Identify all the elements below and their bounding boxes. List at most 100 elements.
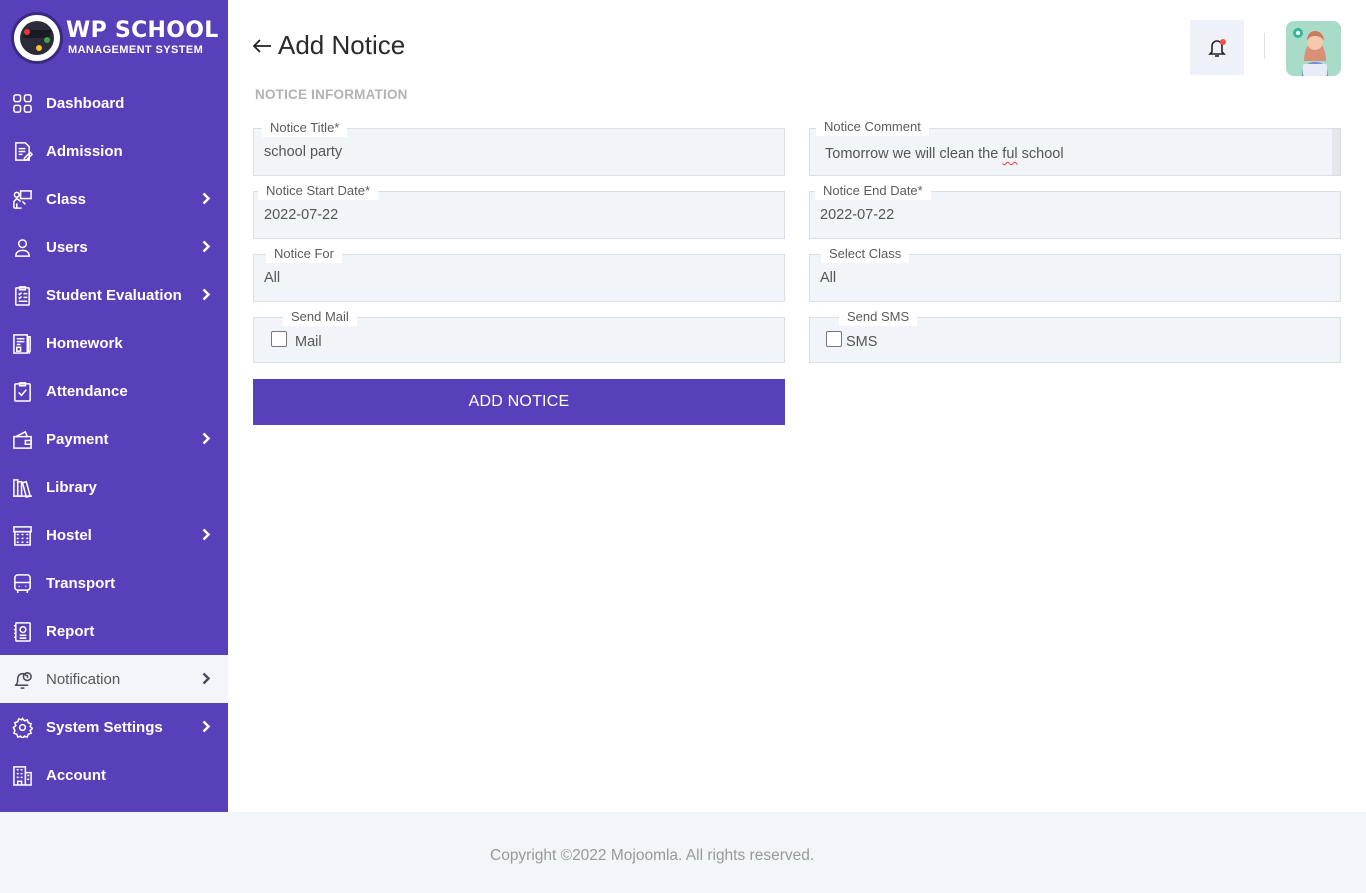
notification-badge [1220,39,1226,45]
notice-start-date-label: Notice Start Date* [258,182,379,200]
mail-option-label[interactable]: Mail [295,334,322,350]
gear-icon [11,716,33,738]
homework-icon [11,332,33,354]
notice-end-date-label: Notice End Date* [815,182,931,200]
avatar[interactable] [1286,21,1341,76]
add-notice-button[interactable]: ADD NOTICE [253,379,785,425]
chevron-right-icon [202,240,211,253]
notice-comment-field[interactable]: Notice Comment Tomorrow we will clean th… [809,118,1341,176]
class-teacher-icon [11,188,33,210]
sidebar-item-label: System Settings [46,718,163,736]
chevron-right-icon [202,528,211,541]
sidebar-item-system-settings[interactable]: System Settings [0,703,228,751]
sidebar-item-label: Class [46,190,87,208]
page-title: Add Notice [278,30,406,60]
sidebar-item-label: Report [46,622,95,640]
send-sms-field: Send SMS SMS [809,308,1341,363]
select-class-label: Select Class [821,245,910,263]
sidebar-item-transport[interactable]: Transport [0,559,228,607]
misspelled-word: ful [1002,146,1018,162]
brand[interactable]: WP SCHOOL MANAGEMENT SYSTEM [0,0,228,76]
sidebar-item-report[interactable]: Report [0,607,228,655]
notice-title-label: Notice Title* [262,119,348,137]
sidebar-item-attendance[interactable]: Attendance [0,367,228,415]
sidebar-item-label: Account [46,766,106,784]
wallet-icon [11,428,33,450]
send-sms-label: Send SMS [839,308,918,326]
bus-icon [11,572,33,594]
footer: Copyright ©2022 Mojoomla. All rights res… [0,812,1366,893]
brand-title: WP SCHOOL [66,18,219,43]
notice-comment-textarea[interactable]: Tomorrow we will clean the ful school [825,146,1064,162]
user-avatar-icon [1286,21,1341,76]
account-building-icon [11,764,33,786]
sidebar-item-label: Dashboard [46,94,125,112]
select-class-select[interactable]: All [820,270,836,286]
notice-title-field[interactable]: Notice Title* school party [253,119,785,176]
sms-option-label[interactable]: SMS [846,334,877,350]
sidebar-item-label: Admission [46,142,123,160]
evaluation-clipboard-icon [11,284,33,306]
brand-subtitle: MANAGEMENT SYSTEM [68,44,204,56]
header-divider [1264,33,1265,59]
sms-checkbox[interactable] [826,331,842,347]
sidebar-item-library[interactable]: Library [0,463,228,511]
dashboard-grid-icon [11,92,33,114]
school-logo-icon [11,12,63,64]
sidebar-item-label: Library [46,478,97,496]
sidebar-item-label: Student Evaluation [46,286,182,304]
notice-end-date-input[interactable]: 2022-07-22 [820,207,894,223]
sidebar-item-label: Transport [46,574,116,592]
notice-start-date-field[interactable]: Notice Start Date* 2022-07-22 [253,182,785,239]
user-icon [11,236,33,258]
sidebar-item-notification[interactable]: Notification [0,655,228,703]
chevron-right-icon [202,192,211,205]
sidebar-item-hostel[interactable]: Hostel [0,511,228,559]
sidebar-item-label: Hostel [46,526,92,544]
library-books-icon [11,476,33,498]
send-mail-field: Send Mail Mail [253,308,785,363]
notifications-button[interactable] [1190,20,1244,75]
sidebar-item-admission[interactable]: Admission [0,127,228,175]
sidebar-item-payment[interactable]: Payment [0,415,228,463]
sidebar: WP SCHOOL MANAGEMENT SYSTEM Dashboard Ad… [0,0,228,812]
notice-for-label: Notice For [266,245,342,263]
send-mail-label: Send Mail [283,308,357,326]
report-icon [11,620,33,642]
comment-text: Tomorrow we will clean the [825,146,1003,162]
copyright-text: Copyright ©2022 Mojoomla. All rights res… [490,847,815,864]
sidebar-item-account[interactable]: Account [0,751,228,799]
notice-end-date-field[interactable]: Notice End Date* 2022-07-22 [809,182,1341,239]
sidebar-item-student-evaluation[interactable]: Student Evaluation [0,271,228,319]
sidebar-item-label: Attendance [46,382,128,400]
notification-bell-icon [11,668,33,690]
notice-start-date-input[interactable]: 2022-07-22 [264,207,338,223]
sidebar-item-users[interactable]: Users [0,223,228,271]
comment-text: school [1017,146,1064,162]
sidebar-menu: Dashboard Admission Class Users Student … [0,79,228,799]
arrow-left-icon [252,38,271,53]
sidebar-item-label: Payment [46,430,109,448]
sidebar-item-homework[interactable]: Homework [0,319,228,367]
mail-checkbox[interactable] [271,331,287,347]
sidebar-item-label: Homework [46,334,123,352]
sidebar-item-label: Users [46,238,88,256]
notice-for-select[interactable]: All [264,270,280,286]
chevron-right-icon [202,432,211,445]
notice-for-field[interactable]: Notice For All [253,245,785,302]
notice-title-input[interactable]: school party [264,144,342,160]
chevron-right-icon [202,672,211,685]
sidebar-item-class[interactable]: Class [0,175,228,223]
sidebar-item-dashboard[interactable]: Dashboard [0,79,228,127]
select-class-field[interactable]: Select Class All [809,245,1341,302]
section-title: NOTICE INFORMATION [255,87,408,102]
attendance-check-icon [11,380,33,402]
chevron-right-icon [202,720,211,733]
admission-form-icon [11,140,33,162]
back-link[interactable]: Add Notice [252,30,405,61]
notice-comment-label: Notice Comment [816,118,929,136]
chevron-right-icon [202,288,211,301]
textarea-scrollbar[interactable] [1332,129,1340,175]
sidebar-item-label: Notification [46,670,121,688]
hostel-building-icon [11,524,33,546]
